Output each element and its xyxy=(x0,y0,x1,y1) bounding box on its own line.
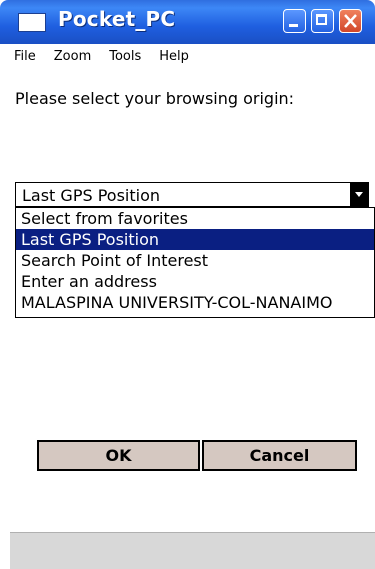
menu-bar: File Zoom Tools Help xyxy=(14,49,189,71)
cancel-button[interactable]: Cancel xyxy=(202,440,357,471)
option-malaspina-university[interactable]: MALASPINA UNIVERSITY-COL-NANAIMO xyxy=(16,292,374,313)
close-button[interactable] xyxy=(339,9,362,33)
origin-select-value: Last GPS Position xyxy=(22,186,160,205)
app-icon xyxy=(18,13,46,32)
menu-zoom[interactable]: Zoom xyxy=(54,49,91,71)
origin-dropdown-list: Select from favorites Last GPS Position … xyxy=(15,207,375,318)
option-search-point-of-interest[interactable]: Search Point of Interest xyxy=(16,250,374,271)
chevron-down-icon[interactable] xyxy=(350,183,368,206)
minimize-button[interactable] xyxy=(283,9,306,33)
minimize-icon xyxy=(289,24,298,27)
maximize-button[interactable] xyxy=(311,9,334,33)
option-last-gps-position[interactable]: Last GPS Position xyxy=(16,229,374,250)
menu-help[interactable]: Help xyxy=(159,49,189,71)
menu-file[interactable]: File xyxy=(14,49,36,71)
origin-select[interactable]: Last GPS Position xyxy=(15,182,369,207)
ok-button[interactable]: OK xyxy=(37,440,200,471)
option-select-from-favorites[interactable]: Select from favorites xyxy=(16,208,374,229)
pocket-pc-window: Pocket_PC File Zoom Tools Help Please se… xyxy=(0,0,375,569)
option-enter-an-address[interactable]: Enter an address xyxy=(16,271,374,292)
window-title: Pocket_PC xyxy=(58,7,176,31)
prompt-label: Please select your browsing origin: xyxy=(15,89,295,108)
close-icon xyxy=(344,14,357,28)
title-bar[interactable]: Pocket_PC xyxy=(0,0,375,44)
bottom-bar xyxy=(10,532,375,569)
menu-tools[interactable]: Tools xyxy=(109,49,141,71)
maximize-icon xyxy=(316,14,327,25)
